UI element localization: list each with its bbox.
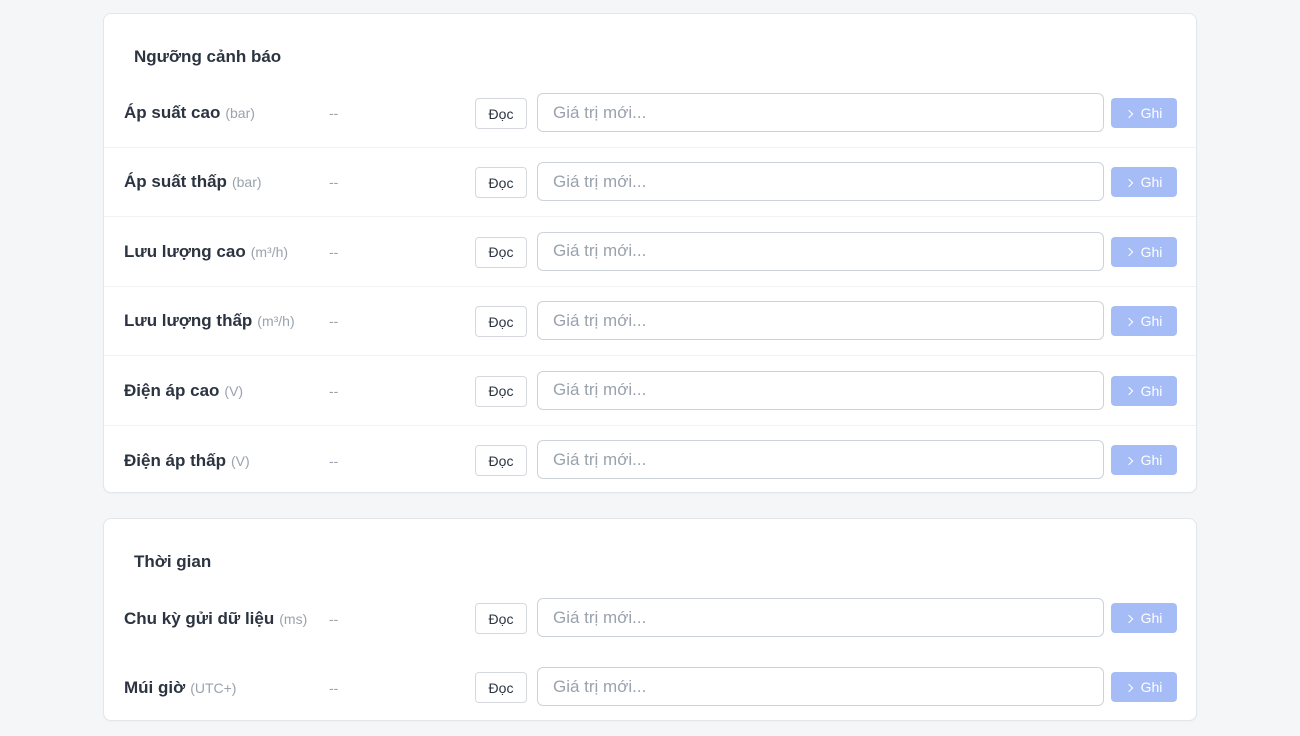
setting-row: Lưu lượng cao (m³/h) -- Đọc Ghi: [104, 218, 1196, 287]
param-unit: (UTC+): [190, 679, 237, 696]
param-unit: (bar): [231, 174, 262, 191]
param-name: Múi giờ: [124, 677, 186, 697]
write-button-label: Ghi: [1140, 105, 1163, 121]
param-label: Điện áp cao (V): [124, 357, 243, 425]
chevron-right-icon: [1124, 456, 1133, 465]
setting-row: Điện áp thấp (V) -- Đọc Ghi: [104, 426, 1196, 495]
write-button-label: Ghi: [1140, 679, 1163, 696]
param-unit: (V): [224, 382, 244, 399]
setting-row: Chu kỳ gửi dữ liệu (ms) -- Đọc Ghi: [104, 584, 1196, 653]
write-button[interactable]: Ghi: [1111, 236, 1177, 267]
new-value-input[interactable]: [537, 93, 1104, 132]
write-button-label: Ghi: [1140, 382, 1163, 399]
current-value: --: [329, 243, 339, 260]
param-unit: (V): [231, 452, 250, 469]
write-button-label: Ghi: [1140, 174, 1163, 191]
new-value-input[interactable]: [537, 440, 1104, 479]
param-unit: (m³/h): [250, 243, 289, 260]
param-label: Áp suất thấp (bar): [124, 148, 262, 216]
section-title: Thời gian: [134, 552, 212, 571]
param-label: Lưu lượng cao (m³/h): [124, 218, 288, 286]
write-button-label: Ghi: [1140, 452, 1163, 468]
write-button[interactable]: Ghi: [1111, 306, 1177, 337]
param-name: Điện áp thấp: [124, 450, 227, 470]
new-value-input[interactable]: [537, 162, 1104, 202]
read-button[interactable]: Đọc: [475, 375, 527, 407]
read-button[interactable]: Đọc: [475, 603, 527, 634]
chevron-right-icon: [1124, 248, 1133, 257]
read-button[interactable]: Đọc: [475, 306, 527, 338]
section-title: Ngưỡng cảnh báo: [134, 47, 282, 66]
param-name: Lưu lượng cao: [124, 241, 246, 261]
chevron-right-icon: [1124, 614, 1133, 623]
read-button[interactable]: Đọc: [475, 98, 527, 129]
param-label: Điện áp thấp (V): [124, 426, 250, 495]
param-name: Lưu lượng thấp: [124, 311, 253, 331]
write-button[interactable]: Ghi: [1111, 445, 1177, 475]
chevron-right-icon: [1124, 317, 1133, 326]
current-value: --: [329, 105, 339, 121]
chevron-right-icon: [1124, 178, 1133, 188]
current-value: --: [329, 452, 339, 469]
current-value: --: [329, 313, 339, 330]
param-label: Múi giờ (UTC+): [124, 653, 236, 722]
param-unit: (ms): [279, 610, 308, 627]
read-button[interactable]: Đọc: [475, 236, 527, 268]
write-button-label: Ghi: [1140, 313, 1163, 330]
read-button[interactable]: Đọc: [475, 445, 527, 476]
param-name: Áp suất cao: [124, 103, 221, 122]
new-value-input[interactable]: [537, 231, 1104, 271]
new-value-input[interactable]: [537, 598, 1104, 637]
write-button[interactable]: Ghi: [1111, 672, 1177, 703]
current-value: --: [329, 679, 339, 696]
current-value: --: [329, 382, 339, 399]
setting-row: Múi giờ (UTC+) -- Đọc Ghi: [104, 653, 1196, 722]
chevron-right-icon: [1124, 109, 1133, 118]
section-card-time: Thời gian Chu kỳ gửi dữ liệu (ms) -- Đọc…: [103, 518, 1197, 721]
write-button[interactable]: Ghi: [1111, 98, 1177, 128]
param-label: Chu kỳ gửi dữ liệu (ms): [124, 584, 307, 653]
setting-row: Lưu lượng thấp (m³/h) -- Đọc Ghi: [104, 287, 1196, 357]
write-button[interactable]: Ghi: [1111, 375, 1177, 406]
param-name: Điện áp cao: [124, 380, 220, 400]
read-button[interactable]: Đọc: [475, 672, 527, 704]
param-label: Áp suất cao (bar): [124, 79, 255, 147]
chevron-right-icon: [1124, 683, 1133, 693]
write-button-label: Ghi: [1140, 610, 1163, 626]
setting-row: Điện áp cao (V) -- Đọc Ghi: [104, 357, 1196, 426]
chevron-right-icon: [1124, 386, 1133, 396]
write-button[interactable]: Ghi: [1111, 603, 1177, 633]
section-card-thresholds: Ngưỡng cảnh báo Áp suất cao (bar) -- Đọc…: [103, 13, 1197, 493]
param-label: Lưu lượng thấp (m³/h): [124, 287, 295, 355]
param-name: Áp suất thấp: [124, 172, 227, 192]
param-name: Chu kỳ gửi dữ liệu: [124, 608, 275, 628]
param-unit: (bar): [225, 105, 255, 121]
param-unit: (m³/h): [257, 313, 295, 330]
write-button-label: Ghi: [1140, 243, 1163, 260]
new-value-input[interactable]: [537, 667, 1104, 707]
new-value-input[interactable]: [537, 301, 1104, 341]
current-value: --: [329, 174, 339, 191]
new-value-input[interactable]: [537, 370, 1104, 410]
read-button[interactable]: Đọc: [475, 167, 527, 199]
current-value: --: [329, 610, 339, 627]
setting-row: Áp suất cao (bar) -- Đọc Ghi: [104, 79, 1196, 148]
setting-row: Áp suất thấp (bar) -- Đọc Ghi: [104, 148, 1196, 218]
write-button[interactable]: Ghi: [1111, 167, 1177, 198]
